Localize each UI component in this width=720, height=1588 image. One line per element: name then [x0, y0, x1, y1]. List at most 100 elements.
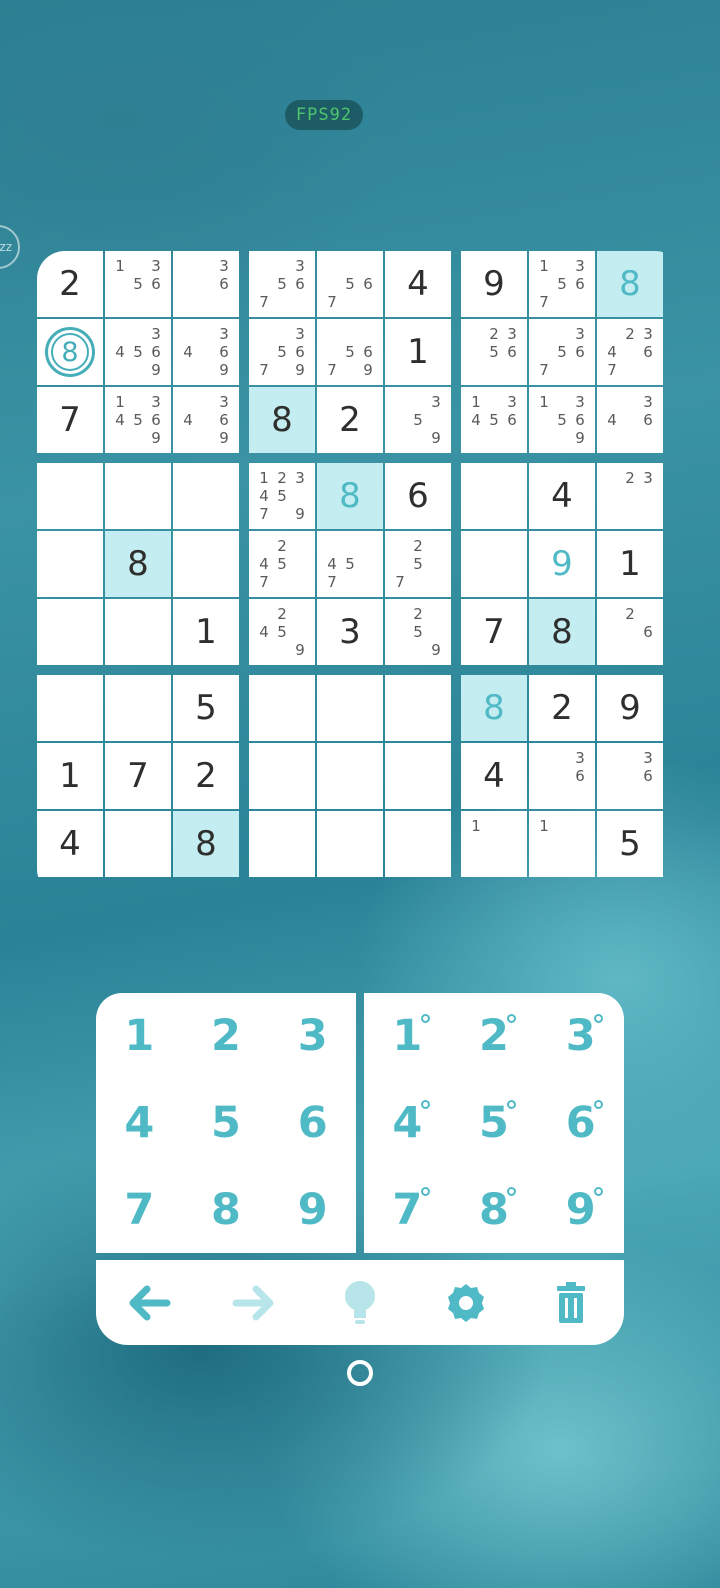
sudoku-cell[interactable]: 36	[597, 743, 663, 809]
sudoku-cell[interactable]	[317, 743, 383, 809]
sudoku-cell[interactable]	[37, 675, 103, 741]
sudoku-cell[interactable]: 8	[529, 599, 595, 665]
sudoku-cell[interactable]: 257	[385, 531, 451, 597]
sudoku-cell[interactable]: 4	[385, 251, 451, 317]
sudoku-cell[interactable]: 23	[597, 463, 663, 529]
sudoku-cell[interactable]: 1	[461, 811, 527, 877]
sudoku-cell[interactable]	[37, 599, 103, 665]
note-key-1[interactable]: 1	[364, 993, 451, 1080]
sudoku-cell[interactable]: 3 4569	[105, 319, 171, 385]
number-key-8[interactable]: 8	[183, 1166, 270, 1253]
sudoku-cell[interactable]: 9	[597, 675, 663, 741]
sudoku-cell[interactable]: 356 7 9	[249, 319, 315, 385]
sudoku-cell[interactable]: 36	[529, 743, 595, 809]
sudoku-cell[interactable]: 259	[385, 599, 451, 665]
sudoku-cell[interactable]: 1	[37, 743, 103, 809]
sudoku-cell[interactable]: 8	[37, 319, 103, 385]
undo-button[interactable]	[119, 1273, 179, 1333]
sudoku-cell[interactable]	[37, 531, 103, 597]
sudoku-cell[interactable]: 1	[529, 811, 595, 877]
sudoku-cell[interactable]	[385, 675, 451, 741]
sudoku-cell[interactable]: 2459	[249, 599, 315, 665]
sudoku-cell[interactable]	[385, 811, 451, 877]
sudoku-cell[interactable]	[173, 531, 239, 597]
sudoku-cell[interactable]: 3 4 6	[597, 387, 663, 453]
sudoku-cell[interactable]: 1	[173, 599, 239, 665]
note-key-6[interactable]: 6	[537, 1080, 624, 1167]
note-key-2[interactable]: 2	[451, 993, 538, 1080]
side-toggle-button[interactable]: zz	[0, 225, 20, 269]
settings-button[interactable]	[436, 1273, 496, 1333]
sudoku-cell[interactable]: 2457	[249, 531, 315, 597]
sudoku-cell[interactable]: 1 356 7	[529, 251, 595, 317]
sudoku-cell[interactable]: 3 4 69	[173, 319, 239, 385]
sudoku-cell[interactable]	[461, 463, 527, 529]
note-key-3[interactable]: 3	[537, 993, 624, 1080]
number-key-5[interactable]: 5	[183, 1080, 270, 1167]
sudoku-cell[interactable]: 356 7	[529, 319, 595, 385]
note-key-9[interactable]: 9	[537, 1166, 624, 1253]
sudoku-cell[interactable]	[249, 811, 315, 877]
number-key-4[interactable]: 4	[96, 1080, 183, 1167]
sudoku-cell[interactable]: 2	[37, 251, 103, 317]
sudoku-cell[interactable]: 2	[529, 675, 595, 741]
sudoku-cell[interactable]: 36	[173, 251, 239, 317]
sudoku-cell[interactable]: 1 356	[105, 251, 171, 317]
sudoku-cell[interactable]: 123 457 9	[249, 463, 315, 529]
sudoku-cell[interactable]: 6	[385, 463, 451, 529]
hint-button[interactable]	[330, 1273, 390, 1333]
sudoku-cell[interactable]: 8	[249, 387, 315, 453]
sudoku-cell[interactable]: 7	[105, 743, 171, 809]
sudoku-cell[interactable]: 5	[597, 811, 663, 877]
sudoku-cell[interactable]	[173, 463, 239, 529]
number-key-1[interactable]: 1	[96, 993, 183, 1080]
sudoku-cell[interactable]: 7	[461, 599, 527, 665]
sudoku-cell[interactable]: 8	[173, 811, 239, 877]
sudoku-cell[interactable]	[317, 675, 383, 741]
sudoku-cell[interactable]	[105, 675, 171, 741]
sudoku-cell[interactable]: 2	[173, 743, 239, 809]
sudoku-cell[interactable]: 56 7 9	[317, 319, 383, 385]
number-key-6[interactable]: 6	[269, 1080, 356, 1167]
sudoku-cell[interactable]: 457	[317, 531, 383, 597]
note-key-5[interactable]: 5	[451, 1080, 538, 1167]
sudoku-cell[interactable]: 56 7	[317, 251, 383, 317]
sudoku-cell[interactable]	[249, 675, 315, 741]
delete-button[interactable]	[541, 1273, 601, 1333]
sudoku-cell[interactable]: 2356	[461, 319, 527, 385]
sudoku-cell[interactable]	[461, 531, 527, 597]
sudoku-cell[interactable]: 8	[597, 251, 663, 317]
sudoku-cell[interactable]	[249, 743, 315, 809]
number-key-9[interactable]: 9	[269, 1166, 356, 1253]
sudoku-cell[interactable]: 1 3 4569	[105, 387, 171, 453]
sudoku-cell[interactable]	[105, 599, 171, 665]
sudoku-cell[interactable]: 9	[529, 531, 595, 597]
sudoku-cell[interactable]	[37, 463, 103, 529]
sudoku-cell[interactable]: 26	[597, 599, 663, 665]
number-key-3[interactable]: 3	[269, 993, 356, 1080]
number-key-2[interactable]: 2	[183, 993, 270, 1080]
sudoku-cell[interactable]: 1	[385, 319, 451, 385]
sudoku-cell[interactable]: 1	[597, 531, 663, 597]
sudoku-cell[interactable]: 7	[37, 387, 103, 453]
number-key-7[interactable]: 7	[96, 1166, 183, 1253]
sudoku-cell[interactable]: 3 4 69	[173, 387, 239, 453]
sudoku-cell[interactable]: 1 3 456	[461, 387, 527, 453]
redo-button[interactable]	[224, 1273, 284, 1333]
sudoku-cell[interactable]	[105, 463, 171, 529]
sudoku-cell[interactable]: 5	[173, 675, 239, 741]
drag-handle[interactable]	[347, 1360, 373, 1386]
sudoku-cell[interactable]: 2	[317, 387, 383, 453]
sudoku-cell[interactable]: 23 4 6 7	[597, 319, 663, 385]
sudoku-cell[interactable]: 356 7	[249, 251, 315, 317]
sudoku-cell[interactable]: 3	[317, 599, 383, 665]
sudoku-cell[interactable]: 8	[317, 463, 383, 529]
sudoku-cell[interactable]	[385, 743, 451, 809]
sudoku-cell[interactable]	[105, 811, 171, 877]
sudoku-cell[interactable]: 1 3569	[529, 387, 595, 453]
sudoku-cell[interactable]	[317, 811, 383, 877]
sudoku-cell[interactable]: 8	[461, 675, 527, 741]
note-key-8[interactable]: 8	[451, 1166, 538, 1253]
sudoku-cell[interactable]: 4	[461, 743, 527, 809]
sudoku-cell[interactable]: 8	[105, 531, 171, 597]
